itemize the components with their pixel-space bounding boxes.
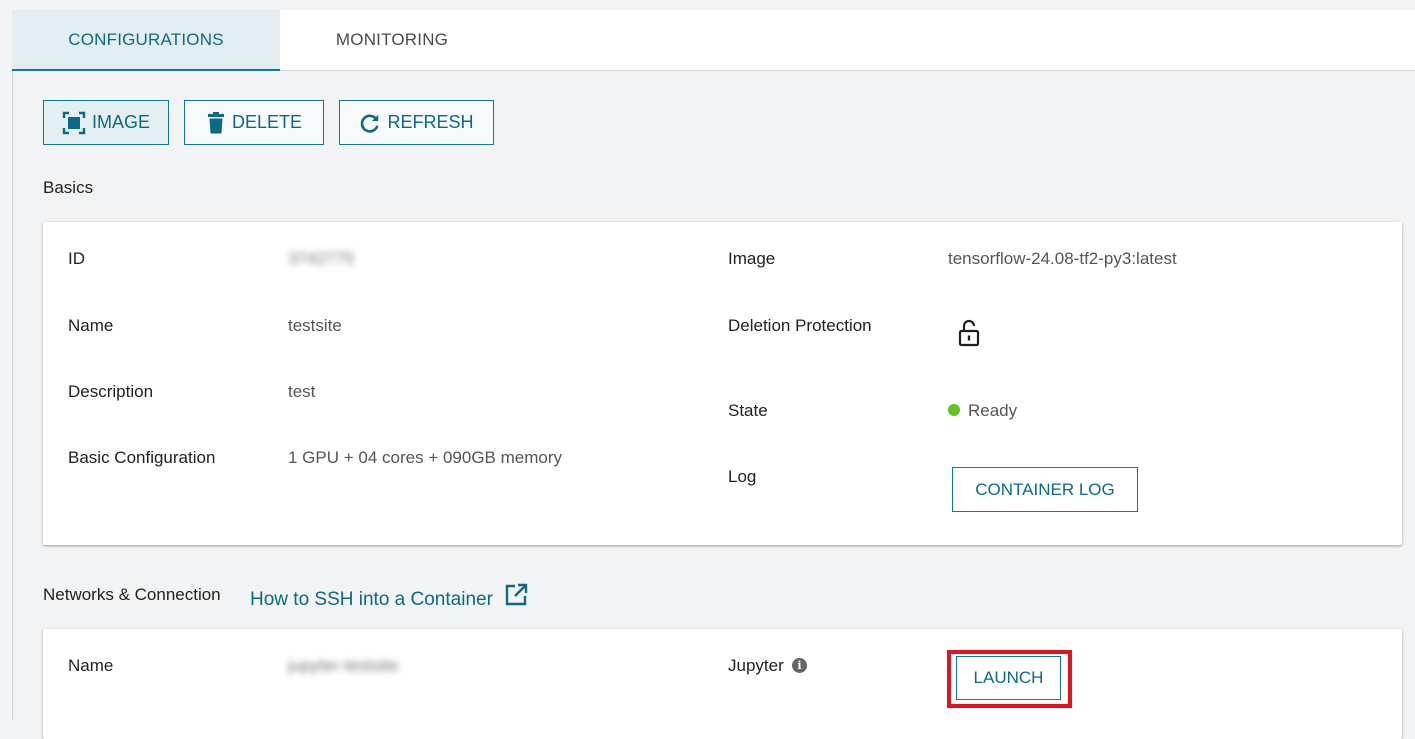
launch-highlight-box [947,650,1072,708]
basics-card: ID 3742775 Name testsite Description tes… [43,222,1402,545]
tab-monitoring[interactable]: MONITORING [280,10,504,70]
log-label: Log [728,467,757,486]
status-dot [948,404,960,416]
jupyter-label: Jupyter [728,656,784,675]
container-log-button-label: CONTAINER LOG [975,479,1115,499]
state-label: State [728,401,768,420]
unlocked-padlock-icon[interactable] [957,319,981,352]
refresh-button[interactable]: REFRESH [339,100,494,145]
basic-configuration-value: 1 GPU + 04 cores + 090GB memory [288,448,563,467]
image-value: tensorflow-24.08-tf2-py3:latest [948,249,1177,268]
id-label: ID [68,249,85,268]
refresh-icon [359,112,381,134]
networks-title: Networks & Connection [43,585,221,604]
basic-configuration-label: Basic Configuration [68,448,216,467]
delete-button[interactable]: DELETE [184,100,324,145]
content-border [12,71,13,720]
tab-bar: CONFIGURATIONS MONITORING [12,10,1415,71]
container-log-button[interactable]: CONTAINER LOG [952,467,1138,512]
ssh-help-link-label: How to SSH into a Container [250,589,493,610]
description-label: Description [68,382,154,401]
info-icon[interactable]: i [792,658,807,673]
name-value: testsite [288,316,342,335]
id-value: 3742775 [288,249,355,268]
image-button[interactable]: IMAGE [43,100,169,145]
networks-card: Name jupyter-testsite Jupyter i LAUNCH [43,629,1402,739]
tab-configurations-label: CONFIGURATIONS [68,29,224,49]
image-label: Image [728,249,776,268]
basics-title: Basics [43,178,94,197]
description-value: test [288,382,316,401]
deletion-protection-label: Deletion Protection [728,316,872,335]
network-name-label: Name [68,656,114,675]
image-capture-icon [62,111,86,135]
network-name-value: jupyter-testsite [288,656,399,675]
tab-configurations[interactable]: CONFIGURATIONS [12,10,280,71]
ssh-help-link[interactable]: How to SSH into a Container [250,583,528,613]
trash-icon [206,111,226,135]
delete-button-label: DELETE [231,112,303,132]
image-button-label: IMAGE [91,112,150,132]
refresh-button-label: REFRESH [387,112,474,132]
state-value: Ready [968,401,1018,420]
name-label: Name [68,316,114,335]
tab-monitoring-label: MONITORING [335,30,449,49]
external-link-icon [504,583,528,613]
